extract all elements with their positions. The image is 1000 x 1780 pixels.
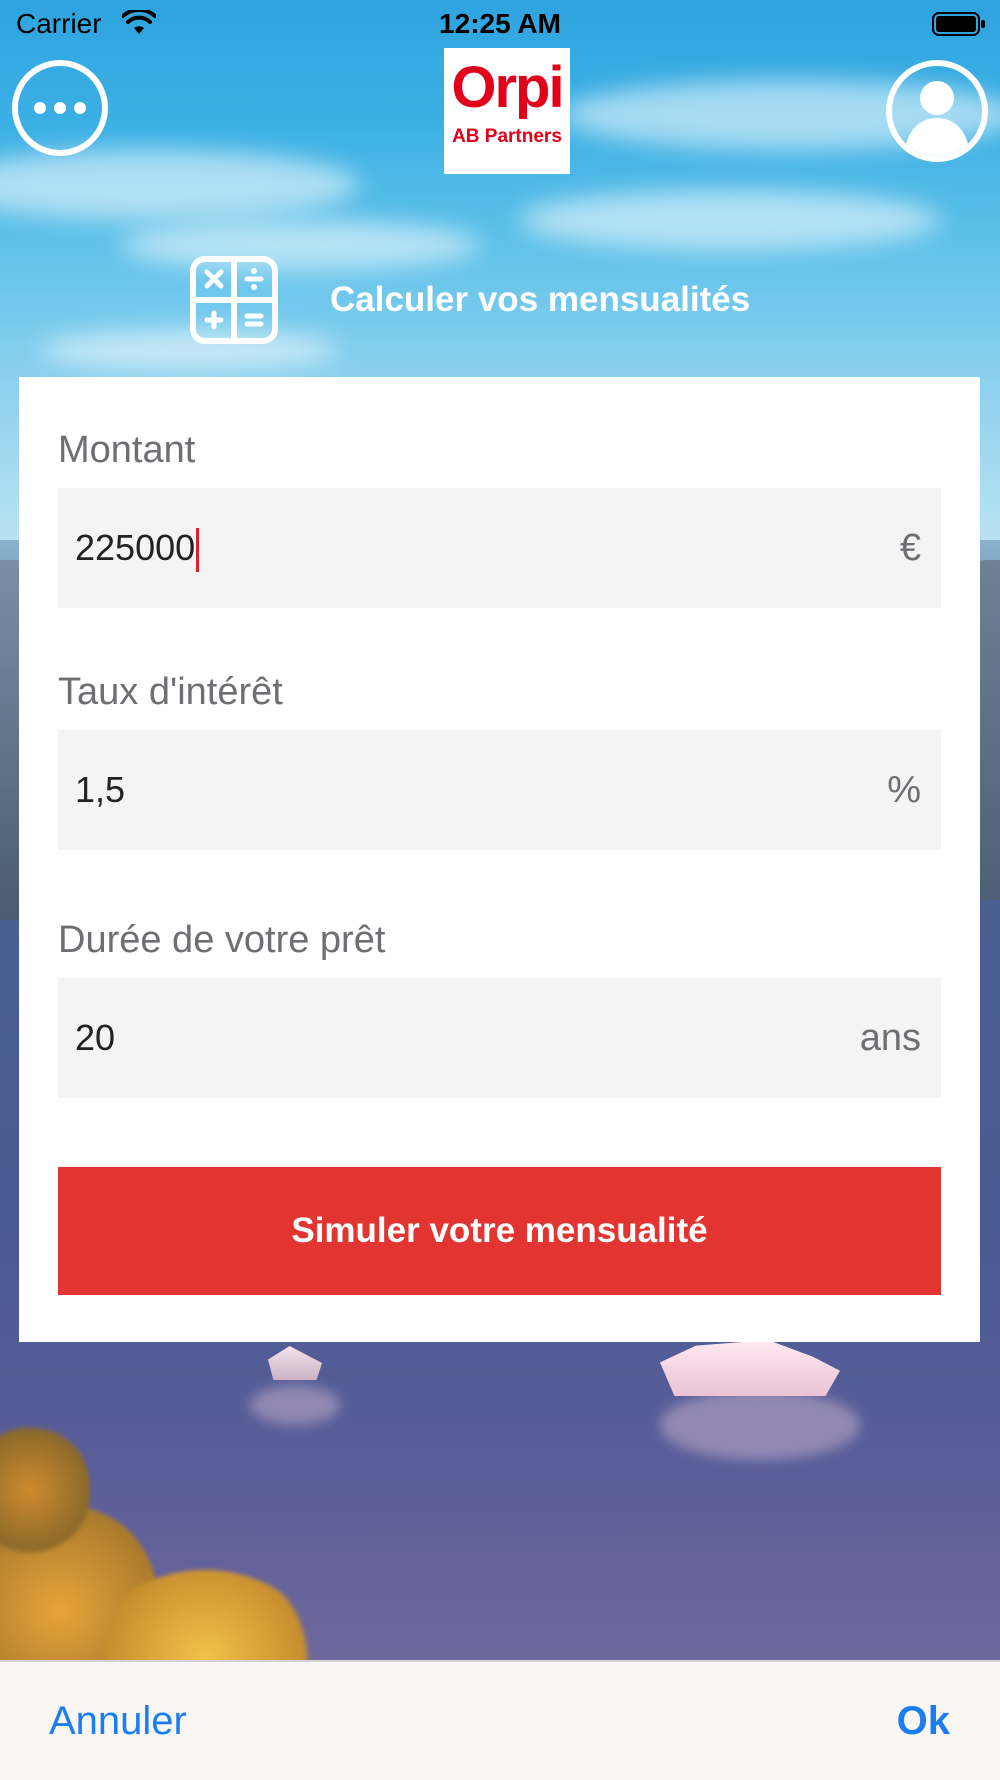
battery-icon (932, 12, 985, 36)
input-accessory-toolbar: Annuler Ok (0, 1660, 1000, 1780)
duration-unit: ans (859, 1017, 921, 1059)
rate-value: 1,5 (75, 769, 126, 810)
duration-input[interactable]: 20 ans (58, 978, 941, 1098)
loan-calculator-card: Montant 225000 € Taux d'intérêt 1,5 % Du… (19, 377, 980, 1342)
amount-input[interactable]: 225000 € (58, 488, 941, 608)
amount-value: 225000 (75, 527, 196, 568)
rate-input[interactable]: 1,5 % (58, 730, 941, 850)
amount-unit: € (899, 527, 921, 569)
more-dot (54, 102, 66, 114)
ok-button[interactable]: Ok (897, 1662, 950, 1780)
more-menu-button[interactable] (12, 60, 108, 156)
status-bar: Carrier 12:25 AM (0, 0, 1000, 50)
duration-value: 20 (75, 1017, 116, 1058)
amount-value-wrap: 225000 (75, 488, 200, 608)
brand-logo: Orpi AB Partners (444, 48, 570, 174)
user-avatar-icon (904, 81, 970, 156)
more-dots-icon (34, 102, 46, 114)
rate-unit: % (887, 769, 921, 811)
page-title: Calculer vos mensualités (330, 280, 751, 319)
amount-label: Montant (58, 429, 196, 471)
simulate-button[interactable]: Simuler votre mensualité (58, 1167, 941, 1295)
duration-label: Durée de votre prêt (58, 919, 386, 961)
calculator-icon (190, 256, 278, 344)
logo-wordmark: Orpi (451, 55, 564, 120)
logo-subtitle: AB Partners (452, 126, 562, 147)
rate-label: Taux d'intérêt (58, 671, 283, 713)
status-time: 12:25 AM (439, 8, 561, 39)
cancel-button[interactable]: Annuler (49, 1662, 187, 1780)
text-cursor (196, 528, 200, 573)
more-dot (74, 102, 86, 114)
profile-button[interactable] (886, 60, 988, 162)
